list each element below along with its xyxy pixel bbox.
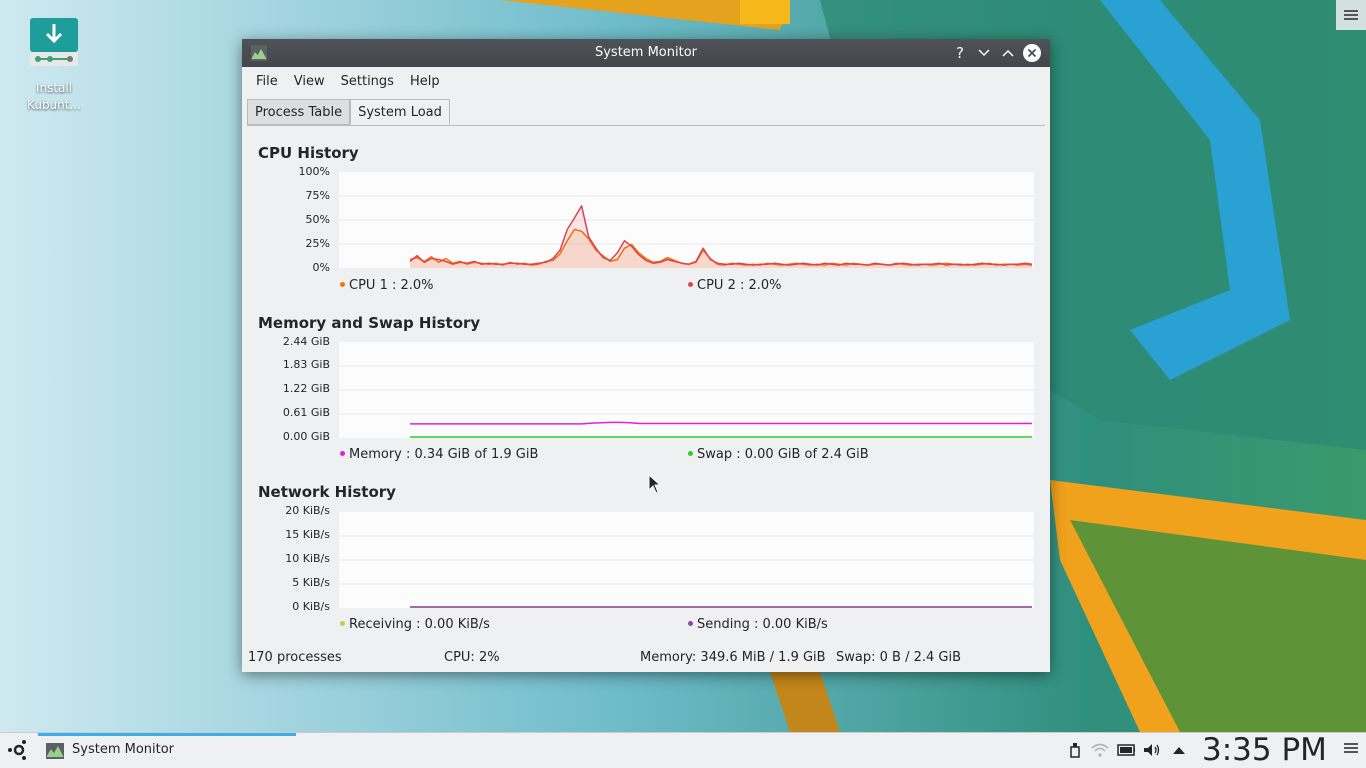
tab-process-table[interactable]: Process Table: [247, 99, 351, 125]
task-system-monitor[interactable]: System Monitor: [38, 733, 296, 768]
y-tick-label: 1.83 GiB: [282, 358, 330, 371]
y-tick-label: 50%: [305, 213, 330, 226]
legend-label: Receiving : 0.00 KiB/s: [349, 617, 490, 632]
expand-up-icon[interactable]: [1170, 741, 1188, 759]
legend-dot: [688, 451, 693, 456]
help-button[interactable]: ?: [951, 44, 969, 62]
legend-label: CPU 1 : 2.0%: [349, 278, 434, 293]
desktop-toolbox-button[interactable]: [1336, 0, 1366, 30]
maximize-button[interactable]: [999, 44, 1017, 62]
y-tick-label: 10 KiB/s: [285, 552, 330, 565]
memory-history-plot: [339, 342, 1034, 438]
status-bar: 170 processes CPU: 2% Memory: 349.6 MiB …: [248, 650, 1044, 666]
y-tick-label: 2.44 GiB: [282, 335, 330, 348]
menubar: File View Settings Help: [242, 67, 1050, 97]
system-monitor-window: System Monitor ? File View Settings Help…: [242, 39, 1050, 672]
legend-receiving: Receiving : 0.00 KiB/s: [340, 617, 490, 632]
taskbar: System Monitor 3:35 PM: [0, 732, 1366, 768]
y-tick-label: 20 KiB/s: [285, 504, 330, 517]
legend-cpu1: CPU 1 : 2.0%: [340, 278, 434, 293]
mouse-cursor-icon: [648, 474, 662, 494]
legend-dot: [340, 282, 345, 287]
legend-dot: [688, 282, 693, 287]
application-launcher-icon[interactable]: [6, 737, 32, 763]
desktop-icon-install[interactable]: Install Kubunt...: [14, 14, 94, 114]
status-cpu: CPU: 2%: [444, 650, 500, 665]
usb-icon[interactable]: [1066, 741, 1084, 759]
y-tick-label: 0 KiB/s: [292, 600, 330, 613]
panel-menu-icon[interactable]: [1344, 742, 1358, 754]
install-kubuntu-icon: [26, 14, 82, 70]
hamburger-icon: [1344, 10, 1358, 20]
legend-dot: [340, 451, 345, 456]
network-history-title: Network History: [258, 483, 396, 501]
menu-view[interactable]: View: [286, 67, 333, 97]
legend-label: Swap : 0.00 GiB of 2.4 GiB: [697, 447, 869, 462]
task-label: System Monitor: [72, 742, 175, 757]
y-tick-label: 1.22 GiB: [282, 382, 330, 395]
help-icon: ?: [956, 44, 964, 62]
tab-system-load[interactable]: System Load: [350, 99, 450, 125]
active-task-indicator: [38, 733, 296, 736]
window-titlebar[interactable]: System Monitor ?: [242, 39, 1050, 67]
menu-settings[interactable]: Settings: [333, 67, 402, 97]
wifi-icon[interactable]: [1091, 741, 1109, 759]
y-tick-label: 25%: [305, 237, 330, 250]
system-monitor-app-icon: [46, 743, 64, 759]
battery-icon[interactable]: [1117, 741, 1135, 759]
clock[interactable]: 3:35 PM: [1202, 732, 1327, 768]
legend-label: Memory : 0.34 GiB of 1.9 GiB: [349, 447, 539, 462]
desktop-icon-label: Install Kubunt...: [27, 81, 81, 112]
series-line-cpu-2: [409, 205, 1033, 266]
status-memory: Memory: 349.6 MiB / 1.9 GiB: [640, 650, 826, 665]
chevron-down-icon: [978, 49, 990, 57]
series-area: [410, 229, 1032, 268]
y-tick-label: 0.00 GiB: [282, 430, 330, 443]
menu-file[interactable]: File: [248, 67, 286, 97]
close-button[interactable]: [1023, 44, 1041, 62]
cpu-history-title: CPU History: [258, 144, 359, 162]
volume-icon[interactable]: [1143, 741, 1161, 759]
chevron-up-icon: [1002, 49, 1014, 57]
cpu-history-plot: [339, 172, 1034, 268]
legend-cpu2: CPU 2 : 2.0%: [688, 278, 782, 293]
legend-label: Sending : 0.00 KiB/s: [697, 617, 828, 632]
minimize-button[interactable]: [975, 44, 993, 62]
y-tick-label: 0%: [312, 261, 330, 274]
tab-bar: Process Table System Load: [247, 99, 450, 125]
network-history-plot: [339, 512, 1034, 608]
series-line-cpu-1: [409, 228, 1033, 266]
legend-dot: [340, 621, 345, 626]
series-line-memory: [410, 421, 1032, 425]
close-icon: [1023, 44, 1041, 62]
tab-divider: [247, 125, 1045, 126]
status-processes: 170 processes: [248, 650, 342, 665]
memory-history-title: Memory and Swap History: [258, 314, 481, 332]
legend-dot: [688, 621, 693, 626]
y-tick-label: 15 KiB/s: [285, 528, 330, 541]
menu-help[interactable]: Help: [402, 67, 448, 97]
window-title: System Monitor: [594, 45, 698, 60]
y-tick-label: 75%: [305, 189, 330, 202]
series-area: [410, 205, 1032, 268]
legend-sending: Sending : 0.00 KiB/s: [688, 617, 828, 632]
y-tick-label: 100%: [298, 165, 330, 178]
status-swap: Swap: 0 B / 2.4 GiB: [836, 650, 961, 665]
y-tick-label: 5 KiB/s: [292, 576, 330, 589]
legend-memory: Memory : 0.34 GiB of 1.9 GiB: [340, 447, 538, 462]
legend-swap: Swap : 0.00 GiB of 2.4 GiB: [688, 447, 869, 462]
y-tick-label: 0.61 GiB: [282, 406, 330, 419]
legend-label: CPU 2 : 2.0%: [697, 278, 782, 293]
